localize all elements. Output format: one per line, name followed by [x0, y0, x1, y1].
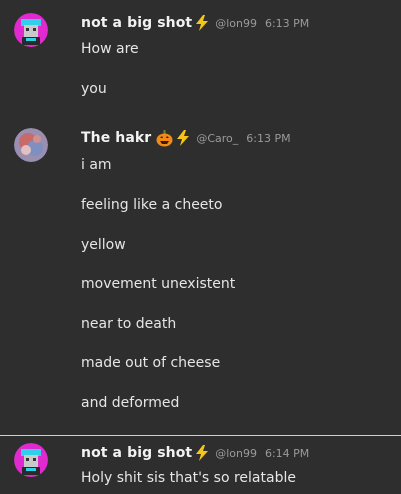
avatar[interactable]	[14, 13, 48, 47]
avatar[interactable]	[14, 128, 48, 162]
message-text: and deformed	[81, 395, 180, 411]
timestamp: 6:13 PM	[246, 131, 291, 145]
message-text: yellow	[81, 237, 126, 253]
username[interactable]: The hakr	[81, 130, 151, 146]
message-header: The hakr @Caro_ 6:13 PM	[81, 128, 291, 148]
message-text: i am	[81, 157, 112, 173]
message-text: Holy shit sis that's so relatable	[81, 470, 296, 486]
message-header: not a big shot @lon99 6:13 PM	[81, 13, 309, 33]
message-text: made out of cheese	[81, 355, 221, 371]
message-text: feeling like a cheeto	[81, 197, 223, 213]
lightning-bolt-icon	[176, 130, 190, 146]
message-header: not a big shot @lon99 6:14 PM	[81, 443, 309, 463]
username[interactable]: not a big shot	[81, 15, 192, 31]
avatar[interactable]	[14, 443, 48, 477]
lightning-bolt-icon	[195, 445, 209, 461]
message-text: you	[81, 81, 107, 97]
chat-log: not a big shot @lon99 6:13 PM How are yo…	[0, 0, 401, 494]
lightning-bolt-icon	[195, 15, 209, 31]
message-text: movement unexistent	[81, 276, 236, 292]
message-text: How are	[81, 41, 139, 57]
user-handle: @Caro_	[196, 131, 239, 145]
unread-divider	[0, 435, 401, 436]
user-handle: @lon99	[215, 16, 257, 30]
user-handle: @lon99	[215, 446, 257, 460]
jack-o-lantern-icon	[156, 129, 173, 147]
message-text: near to death	[81, 316, 177, 332]
username[interactable]: not a big shot	[81, 445, 192, 461]
timestamp: 6:14 PM	[264, 446, 310, 460]
timestamp: 6:13 PM	[264, 16, 310, 30]
